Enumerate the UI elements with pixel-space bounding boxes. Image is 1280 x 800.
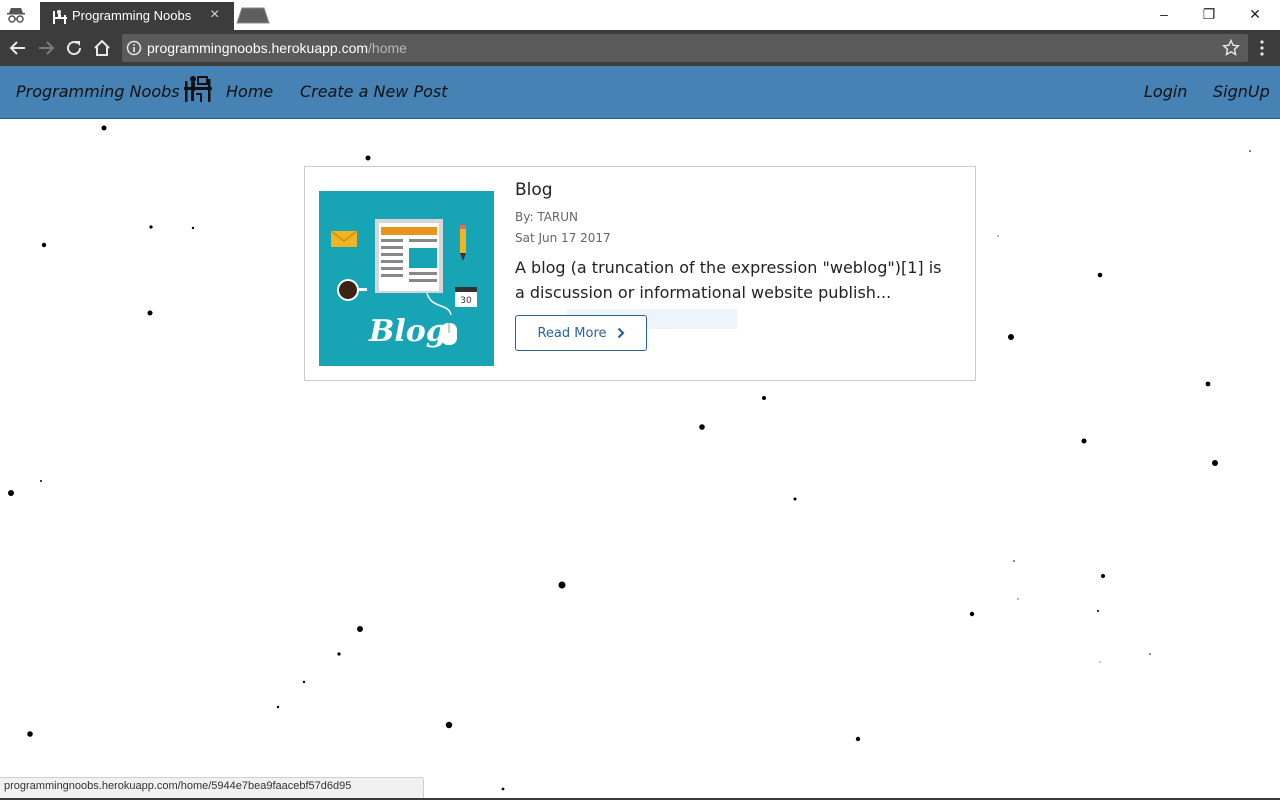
minimize-button[interactable]: – xyxy=(1141,0,1187,28)
tab-title: Programming Noobs xyxy=(72,8,192,23)
post-author: By: TARUN xyxy=(515,210,579,224)
particle-dot xyxy=(101,125,107,131)
incognito-icon xyxy=(7,8,25,23)
tab-close-icon[interactable]: × xyxy=(210,6,219,24)
chevron-right-icon xyxy=(617,327,625,339)
nav-login-link[interactable]: Login xyxy=(1144,82,1187,101)
reload-icon xyxy=(67,41,82,56)
coder-desk-logo-icon[interactable] xyxy=(182,75,214,103)
site-favicon-icon xyxy=(53,10,67,24)
browser-menu-button[interactable] xyxy=(1252,36,1272,60)
url-text: programmingnoobs.herokuapp.com/home xyxy=(147,40,407,56)
brand-link[interactable]: Programming Noobs xyxy=(16,82,180,101)
particle-dot xyxy=(1081,438,1087,444)
post-card: 30 Blog Blog By: TARUN Sat Jun 17 2017 A… xyxy=(304,166,976,381)
particle-dot xyxy=(1097,610,1099,612)
particle-dot xyxy=(1205,381,1211,387)
particle-dot xyxy=(40,480,42,482)
particle-dot xyxy=(501,787,505,791)
particle-dot xyxy=(41,242,47,248)
nav-signup-link[interactable]: SignUp xyxy=(1213,82,1270,101)
close-window-button[interactable]: ✕ xyxy=(1232,0,1278,28)
minimize-icon: – xyxy=(1160,6,1168,22)
particle-dot xyxy=(1249,150,1251,152)
restore-icon: ❐ xyxy=(1202,5,1216,22)
particle-dot xyxy=(855,736,861,742)
close-icon: ✕ xyxy=(1249,5,1261,22)
particle-dot xyxy=(1097,272,1103,278)
home-button[interactable] xyxy=(90,36,114,60)
home-icon xyxy=(94,39,110,56)
particle-dot xyxy=(337,652,341,656)
active-tab[interactable]: Programming Noobs × xyxy=(40,2,234,30)
address-bar[interactable]: programmingnoobs.herokuapp.com/home xyxy=(122,34,1248,62)
read-more-button[interactable]: Read More xyxy=(515,315,647,351)
restore-button[interactable]: ❐ xyxy=(1186,0,1232,28)
browser-toolbar: programmingnoobs.herokuapp.com/home xyxy=(0,30,1280,66)
particle-dot xyxy=(1008,334,1014,340)
post-excerpt: A blog (a truncation of the expression "… xyxy=(515,258,942,302)
post-date: Sat Jun 17 2017 xyxy=(515,231,611,245)
thumbnail-blog-text: Blog xyxy=(368,314,447,349)
nav-home-link[interactable]: Home xyxy=(226,82,273,101)
nav-create-post-link[interactable]: Create a New Post xyxy=(300,82,448,101)
post-title[interactable]: Blog xyxy=(515,180,553,200)
particle-dot xyxy=(699,424,705,430)
particle-dot xyxy=(1013,560,1015,562)
particle-dot xyxy=(357,626,363,632)
url-host: programmingnoobs.herokuapp.com xyxy=(147,40,369,56)
particle-dot xyxy=(147,310,153,316)
particle-dot xyxy=(27,731,33,737)
particle-dot xyxy=(793,497,797,501)
back-arrow-icon xyxy=(9,41,25,55)
particle-dot xyxy=(1212,460,1218,466)
particle-dot xyxy=(1099,661,1101,663)
particle-dot xyxy=(276,705,280,709)
particle-dot xyxy=(558,581,566,589)
back-button[interactable] xyxy=(6,36,30,60)
particle-dot xyxy=(8,490,14,496)
particle-dot xyxy=(302,680,306,684)
blog-thumbnail-image[interactable]: 30 Blog xyxy=(319,191,494,366)
url-path: /home xyxy=(368,40,407,56)
particle-dot xyxy=(1149,653,1151,655)
status-bar-url: programmingnoobs.herokuapp.com/home/5944… xyxy=(0,777,424,798)
particle-dot xyxy=(445,721,453,729)
new-tab-button[interactable] xyxy=(236,7,270,24)
site-navbar: Programming Noobs Home Create a New Post… xyxy=(0,66,1280,119)
particle-dot xyxy=(365,155,371,161)
particle-dot xyxy=(969,611,975,617)
calendar-badge-text: 30 xyxy=(460,296,472,306)
kebab-menu-icon xyxy=(1260,40,1264,56)
forward-arrow-icon xyxy=(39,41,55,55)
particle-dot xyxy=(762,396,766,400)
particle-dot xyxy=(1101,574,1105,578)
forward-button[interactable] xyxy=(34,36,58,60)
particle-dot xyxy=(149,225,153,229)
read-more-label: Read More xyxy=(537,325,607,341)
particle-dot xyxy=(997,235,999,237)
bookmark-star-icon[interactable] xyxy=(1222,39,1240,57)
tab-strip: Programming Noobs × – ❐ ✕ xyxy=(0,0,1280,30)
reload-button[interactable] xyxy=(62,36,86,60)
info-icon[interactable] xyxy=(126,40,142,56)
particle-dot xyxy=(191,226,195,230)
particle-dot xyxy=(1017,598,1019,600)
